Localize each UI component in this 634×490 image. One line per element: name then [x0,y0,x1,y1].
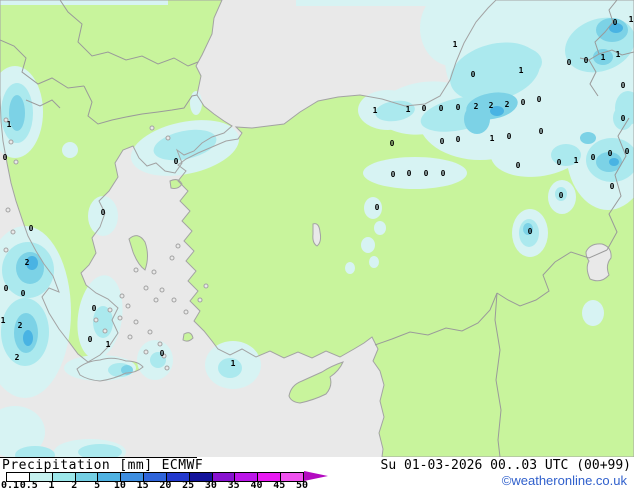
precip-value-marker: 1 [373,106,378,115]
precip-value-marker: 1 [231,359,236,368]
colorbar-tick: 20 [159,480,172,490]
colorbar-tick: 15 [136,480,149,490]
colorbar-tick: 1 [48,480,55,490]
colorbar-tick: 40 [250,480,263,490]
colorbar-tick: 0.1 [1,480,20,490]
precip-value-marker: 0 [516,161,521,170]
lake-tuz [312,223,322,247]
precip-value-marker: 1 [106,340,111,349]
precip-value-marker: 0 [375,203,380,212]
precip-value-marker: 0 [424,169,429,178]
precipitation-map: 1 0 0 0 0 2 0 0 1 2 2 0 0 1 0 1 1 0 1 1 1 0 0 0 2 2 2 0 0 0 1 0 0 1 1 0 0 0 0 1… [0,0,634,457]
precip-value-marker: 0 [584,56,589,65]
precip-value-marker: 1 [574,156,579,165]
precip-value-marker: 0 [88,335,93,344]
precip-value-marker: 0 [613,18,618,27]
precip-value-marker: 0 [174,157,179,166]
precip-value-marker: 0 [422,104,427,113]
precip-value-marker: 0 [21,289,26,298]
colorbar-tick: 50 [295,480,309,490]
precip-value-marker: 0 [539,127,544,136]
precip-value-marker: 0 [621,81,626,90]
precip-value-marker: 0 [610,182,615,191]
weather-map-screenshot: 1000020012200101101110002220001001100001… [0,0,634,490]
precip-value-marker: 0 [101,208,106,217]
colorbar-ticks: 0.1 0.5 1 2 5 10 15 20 25 30 35 40 45 50 [0,480,340,490]
precip-value-marker: 1 [601,53,606,62]
precip-value-marker: 0 [3,153,8,162]
colorbar-tick: 45 [273,480,286,490]
copyright-credit: ©weatheronline.co.uk [501,473,627,488]
precip-value-marker: 0 [407,169,412,178]
legend-parameter: Precipitation [2,458,111,473]
precip-value-marker: 0 [567,58,572,67]
precip-value-marker: 0 [4,284,9,293]
precip-value-marker: 0 [559,191,564,200]
precip-value-marker: 1 [1,316,6,325]
precip-value-marker: 0 [537,95,542,104]
legend-bar: Precipitation [mm] ECMWF 0.1 0.5 1 2 5 10 15 20 25… [0,457,634,490]
precip-value-marker: 0 [528,227,533,236]
precip-value-marker: 2 [489,101,494,110]
precip-value-marker: 0 [29,224,34,233]
precip-value-marker: 0 [441,169,446,178]
forecast-datetime: Su 01-03-2026 00..03 UTC (00+99) [380,458,631,473]
precip-value-marker: 0 [621,114,626,123]
precip-value-marker: 0 [92,304,97,313]
precip-value-marker: 1 [616,50,621,59]
colorbar-tick: 25 [182,480,195,490]
legend-unit: [mm] [119,458,153,473]
colorbar-tick: 35 [227,480,240,490]
precip-value-marker: 1 [7,120,12,129]
colorbar-tick: 10 [113,480,126,490]
precip-value-marker: 0 [439,104,444,113]
precip-value-marker: 1 [629,15,634,24]
precip-value-marker: 0 [507,132,512,141]
legend-title: Precipitation [mm] ECMWF [2,458,212,473]
precip-value-marker: 2 [15,353,20,362]
precip-value-marker: 0 [456,103,461,112]
colorbar-tick: 5 [94,480,101,490]
precip-value-marker: 2 [505,100,510,109]
precip-value-marker: 0 [591,153,596,162]
map-canvas: 1 0 0 0 0 2 0 0 1 2 2 0 0 1 0 1 1 0 1 1 1 0 0 0 2 2 2 0 0 0 1 0 0 1 1 0 0 0 0 1… [0,0,634,457]
precip-value-marker: 2 [18,321,23,330]
precip-value-marker: 1 [519,66,524,75]
precip-value-marker: 0 [391,170,396,179]
precip-value-marker: 0 [390,139,395,148]
precip-value-marker: 0 [160,349,165,358]
precip-value-marker: 0 [521,98,526,107]
precip-value-marker: 0 [471,70,476,79]
precip-value-marker: 0 [456,135,461,144]
legend-model: ECMWF [161,458,204,473]
precip-value-marker: 0 [625,147,630,156]
colorbar-tick: 2 [71,480,78,490]
precip-value-marker: 1 [490,134,495,143]
precip-value-marker: 2 [25,258,30,267]
colorbar-tick: 0.5 [19,480,38,490]
precip-value-marker: 0 [608,149,613,158]
precip-value-marker: 2 [474,102,479,111]
precip-value-marker: 1 [453,40,458,49]
colorbar-tick: 30 [204,480,217,490]
precip-value-marker: 0 [557,158,562,167]
precip-value-marker: 1 [406,105,411,114]
precip-value-marker: 0 [440,137,445,146]
